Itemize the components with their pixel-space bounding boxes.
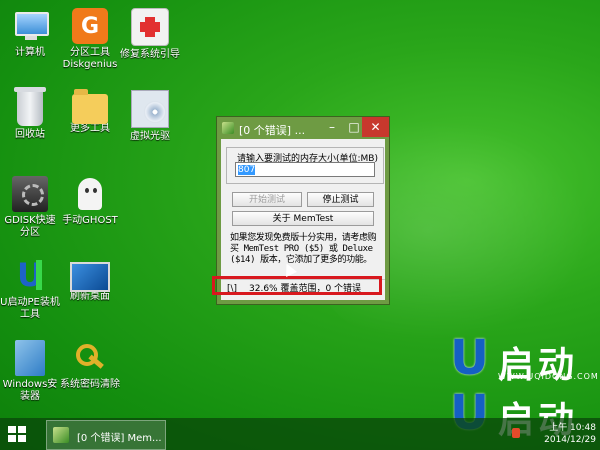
desktop-icon-recycle-bin[interactable]: 回收站 xyxy=(0,87,60,141)
desktop-icon-refresh-desktop[interactable]: 刷新桌面 xyxy=(60,258,120,303)
clock-time: 上午 10:48 xyxy=(549,423,596,433)
refresh-desktop-icon xyxy=(70,262,110,292)
desktop-icon-label: 更多工具 xyxy=(70,123,110,134)
window-titlebar[interactable]: [0 个错误] ... – □ ✕ xyxy=(217,117,389,139)
memory-size-input[interactable]: 807 xyxy=(235,162,375,177)
desktop-icon-label: GDISK快速分区 xyxy=(4,215,56,238)
taskbar-item-label: [0 个错误] Mem... xyxy=(77,433,162,444)
minimize-button[interactable]: – xyxy=(321,117,343,137)
about-memtest-button[interactable]: 关于 MemTest xyxy=(232,211,374,226)
upe-install-icon: U xyxy=(17,256,43,294)
desktop-icon-more-tools[interactable]: 更多工具 xyxy=(60,89,120,135)
desktop-icon-diskgenius[interactable]: G 分区工具 Diskgenius xyxy=(60,8,120,71)
folder-icon xyxy=(72,89,108,124)
taskbar: [0 个错误] Mem... xyxy=(0,418,600,450)
desktop-icon-ghost[interactable]: 手动GHOST xyxy=(60,176,120,227)
tray-flag-icon[interactable] xyxy=(512,428,520,438)
close-button[interactable]: ✕ xyxy=(362,117,389,137)
start-test-button[interactable]: 开始测试 xyxy=(232,192,302,207)
promo-text: 如果您发现免费版十分实用，请考虑购买 MemTest PRO ($5) 或 De… xyxy=(230,233,377,265)
desktop-icon-password-clear[interactable]: 系统密码清除 xyxy=(60,340,120,391)
memtest-icon xyxy=(222,122,234,134)
window-title: [0 个错误] ... xyxy=(239,124,306,137)
desktop-icon-windows-installer[interactable]: Windows安装器 xyxy=(0,340,60,403)
repair-boot-icon xyxy=(131,8,169,46)
computer-icon xyxy=(12,8,49,44)
desktop-icon-label: 手动GHOST xyxy=(62,215,118,226)
desktop-icon-label: Windows安装器 xyxy=(2,379,58,402)
desktop-icon-label: 计算机 xyxy=(15,47,45,58)
clock-date: 2014/12/29 xyxy=(544,435,596,445)
system-clock[interactable]: 上午 10:48 2014/12/29 xyxy=(526,422,596,446)
desktop-icon-virtual-drive[interactable]: 虚拟光驱 xyxy=(120,90,180,143)
diskgenius-icon: G xyxy=(72,8,108,44)
stop-test-button[interactable]: 停止测试 xyxy=(307,192,374,207)
taskbar-item-memtest[interactable]: [0 个错误] Mem... xyxy=(46,420,166,450)
key-icon xyxy=(72,340,108,376)
desktop-icon-label: U启动PE装机工具 xyxy=(0,297,60,320)
status-highlight-box xyxy=(212,276,382,295)
desktop-icon-label: 刷新桌面 xyxy=(70,291,110,302)
brand-url: WWW.UQIDONG.COM xyxy=(498,372,599,381)
desktop-icon-computer[interactable]: 计算机 xyxy=(0,8,60,59)
desktop-icon-label: 虚拟光驱 xyxy=(130,131,170,142)
memory-size-value: 807 xyxy=(238,165,256,175)
ghost-icon xyxy=(72,176,108,212)
desktop-icon-label: 分区工具 Diskgenius xyxy=(62,47,118,70)
start-button[interactable] xyxy=(8,426,26,442)
gdisk-icon xyxy=(12,176,48,212)
desktop-icon-gdisk[interactable]: GDISK快速分区 xyxy=(0,176,60,239)
memtest-icon xyxy=(53,427,69,443)
brand-logo: U 启动 WWW.UQIDONG.COM xyxy=(450,330,599,386)
virtual-drive-icon xyxy=(131,90,169,128)
desktop-icon-label: 系统密码清除 xyxy=(60,379,120,390)
desktop-icon-label: 回收站 xyxy=(15,129,45,140)
desktop-icon-repair-boot[interactable]: 修复系统引导 xyxy=(120,8,180,61)
recycle-bin-icon xyxy=(14,87,46,126)
desktop-icon-label: 修复系统引导 xyxy=(120,49,180,60)
windows-installer-icon xyxy=(15,340,45,376)
desktop-icon-upe-install[interactable]: U U启动PE装机工具 xyxy=(0,258,60,321)
